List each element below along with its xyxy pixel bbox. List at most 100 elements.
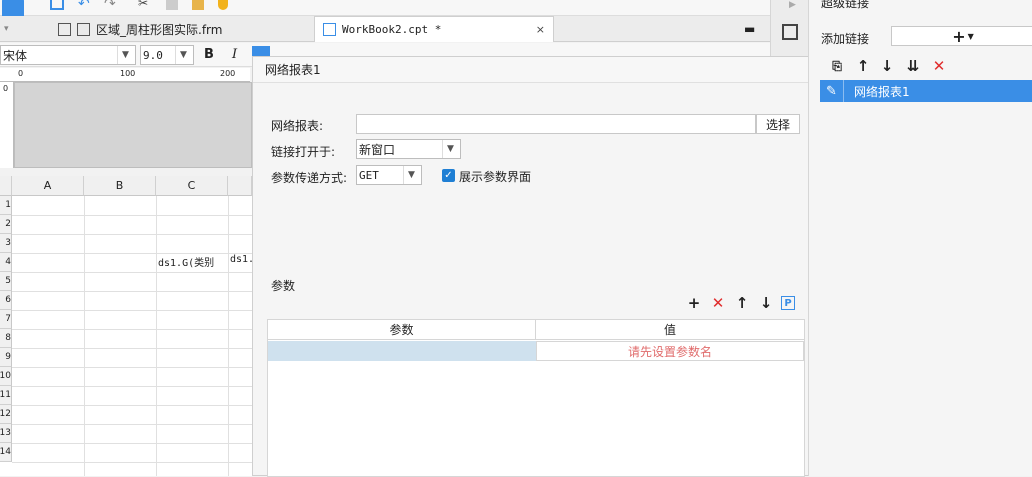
undo-icon[interactable]: ↶ <box>78 0 90 12</box>
chevron-down-icon: ▼ <box>403 166 419 184</box>
row-header[interactable]: 3 <box>0 234 12 253</box>
paste-icon[interactable] <box>192 0 204 10</box>
delete-icon[interactable]: ✕ <box>929 56 949 76</box>
tab-workbook2[interactable]: WorkBook2.cpt * × <box>314 16 554 42</box>
font-size-value: 9.0 <box>143 48 163 62</box>
method-value: GET <box>359 168 379 182</box>
grid-layout-icon[interactable] <box>782 24 798 40</box>
select-button[interactable]: 选择 <box>756 114 800 134</box>
format-painter-icon[interactable] <box>218 0 228 10</box>
ruler-mark: 100 <box>120 69 136 78</box>
grid-line <box>12 329 252 330</box>
row-header[interactable]: 9 <box>0 348 12 367</box>
close-icon[interactable]: × <box>536 23 545 36</box>
tab-label: 区域_周柱形图实际.frm <box>96 22 223 37</box>
move-bottom-icon[interactable]: ⇊ <box>903 56 923 76</box>
grid-line <box>12 253 252 254</box>
copy-icon[interactable]: ⎘ <box>827 56 847 76</box>
cut-icon[interactable]: ✂ <box>138 0 148 10</box>
grid-line <box>12 424 252 425</box>
arrow-up-icon[interactable]: ↑ <box>853 56 873 76</box>
column-header-d[interactable] <box>228 176 252 196</box>
params-table[interactable]: 参数 值 请先设置参数名 <box>267 319 805 477</box>
plus-icon: + <box>952 26 966 46</box>
tab-form[interactable]: 区域_周柱形图实际.frm <box>50 16 312 42</box>
grid-line <box>12 272 252 273</box>
grid-line <box>12 462 252 463</box>
method-select[interactable]: GET ▼ <box>356 165 422 185</box>
vertical-ruler: 0 <box>0 82 14 168</box>
add-icon[interactable]: + <box>685 294 703 312</box>
open-in-label: 链接打开于: <box>271 145 336 159</box>
spreadsheet-grid[interactable]: A B C 1 2 3 4 5 6 7 8 9 10 11 12 13 14 ds1.G(类别 ds1. <box>0 176 254 476</box>
font-family-select[interactable]: 宋体 ▼ <box>0 45 136 65</box>
tab-menu-icon[interactable]: ▬ <box>744 22 755 36</box>
row-header[interactable]: 6 <box>0 291 12 310</box>
grid-line <box>12 291 252 292</box>
param-name-cell[interactable] <box>268 341 536 361</box>
ruler-mark: 0 <box>3 84 9 93</box>
row-header[interactable]: 13 <box>0 424 12 443</box>
hyperlink-dialog: 网络报表1 网络报表: 选择 链接打开于: 新窗口 ▼ 参数传递方式: GET … <box>252 56 820 477</box>
dialog-title: 网络报表1 <box>253 57 819 83</box>
row-header[interactable]: 10 <box>0 367 12 386</box>
arrow-down-icon[interactable]: ↓ <box>877 56 897 76</box>
redo-icon[interactable]: ↷ <box>104 0 116 12</box>
show-param-checkbox[interactable]: ✓ <box>442 169 455 182</box>
chevron-down-icon: ▼ <box>175 46 191 64</box>
list-item[interactable]: ✎ 网络报表1 <box>820 80 1032 102</box>
workbook-icon <box>323 23 336 36</box>
corner-cell <box>0 176 12 196</box>
grid-line <box>12 386 252 387</box>
font-size-select[interactable]: 9.0 ▼ <box>140 45 194 65</box>
add-link-button[interactable]: + ▼ <box>891 26 1032 46</box>
param-column-header: 参数 <box>268 320 536 340</box>
italic-button[interactable]: I <box>232 47 237 62</box>
main-toolbar: ↶ ↷ ✂ <box>0 0 770 20</box>
add-link-label: 添加链接 <box>821 32 870 46</box>
chevron-down-icon: ▼ <box>117 46 133 64</box>
collapse-arrow-icon[interactable]: ▶ <box>789 0 796 10</box>
grid-line <box>12 215 252 216</box>
arrow-up-icon[interactable]: ↑ <box>733 294 751 312</box>
form-icon <box>77 22 90 36</box>
open-in-value: 新窗口 <box>359 142 396 157</box>
param-p-icon[interactable]: P <box>781 296 795 310</box>
grid-line <box>12 348 252 349</box>
panel-title: 超级链接 <box>821 0 870 10</box>
report-input[interactable] <box>356 114 756 134</box>
value-column-header: 值 <box>536 320 804 340</box>
open-in-select[interactable]: 新窗口 ▼ <box>356 139 461 159</box>
bold-button[interactable]: B <box>204 47 214 62</box>
row-header[interactable]: 12 <box>0 405 12 424</box>
param-value-cell[interactable]: 请先设置参数名 <box>536 341 804 361</box>
row-header[interactable]: 8 <box>0 329 12 348</box>
row-header[interactable]: 14 <box>0 443 12 462</box>
row-header[interactable]: 7 <box>0 310 12 329</box>
arrow-down-icon[interactable]: ↓ <box>757 294 775 312</box>
list-item-label: 网络报表1 <box>854 84 910 99</box>
row-header[interactable]: 4 <box>0 253 12 272</box>
delete-icon[interactable]: ✕ <box>709 294 727 312</box>
grid-cell-d4[interactable]: ds1. <box>230 254 254 265</box>
chevron-down-icon: ▼ <box>442 140 458 158</box>
horizontal-ruler: 0 100 200 <box>0 68 250 82</box>
row-header[interactable]: 11 <box>0 386 12 405</box>
column-header-c[interactable]: C <box>156 176 228 196</box>
column-header-b[interactable]: B <box>84 176 156 196</box>
row-header[interactable]: 2 <box>0 215 12 234</box>
grid-line <box>12 234 252 235</box>
report-header-area[interactable] <box>14 82 252 168</box>
chevron-down-icon: ▼ <box>967 31 974 41</box>
row-header[interactable]: 5 <box>0 272 12 291</box>
report-label: 网络报表: <box>271 119 324 133</box>
grid-cell-c4[interactable]: ds1.G(类别 <box>158 254 214 269</box>
ruler-mark: 200 <box>220 69 236 78</box>
grid-icon <box>58 22 71 36</box>
save-icon[interactable] <box>50 0 64 10</box>
params-toolbar: + ✕ ↑ ↓ P <box>685 294 805 314</box>
column-header-a[interactable]: A <box>12 176 84 196</box>
tab-bar-scroll-icon[interactable]: ▾ <box>4 24 9 34</box>
copy-icon[interactable] <box>166 0 178 10</box>
row-header[interactable]: 1 <box>0 196 12 215</box>
